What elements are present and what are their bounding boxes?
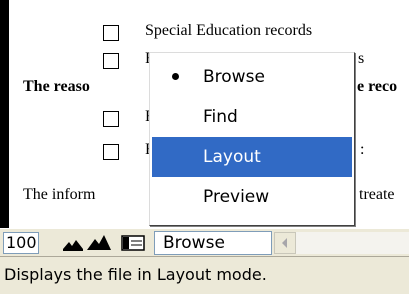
doc-heading-reason-end: e reco: [357, 78, 398, 95]
zoom-in-mountain-icon: [87, 235, 111, 250]
zoom-out-mountain-icon: [63, 240, 83, 251]
doc-paragraph-information-end: treate: [359, 186, 395, 203]
zoom-out-button[interactable]: [60, 232, 86, 254]
menu-item-layout-label: Layout: [203, 147, 261, 167]
doc-paragraph-information: The inform: [23, 186, 96, 203]
status-text: Displays the file in Layout mode.: [4, 265, 267, 284]
zoom-in-button[interactable]: [86, 232, 112, 254]
doc-line-special-education: Special Education records: [145, 22, 313, 39]
menu-item-preview[interactable]: Preview: [150, 177, 354, 217]
menu-item-browse-label: Browse: [203, 67, 265, 87]
zoom-level-field[interactable]: 100: [3, 232, 39, 254]
checkbox-row-4[interactable]: [103, 111, 119, 127]
menu-item-preview-label: Preview: [203, 187, 270, 207]
menu-item-find-label: Find: [203, 107, 238, 127]
horizontal-scroll-track[interactable]: [296, 232, 409, 254]
checked-bullet-icon: [172, 73, 179, 80]
mode-popup-menu[interactable]: Browse Find Layout Preview: [149, 52, 355, 226]
document-margin-bar: [0, 0, 9, 228]
menu-item-find[interactable]: Find: [150, 97, 354, 137]
doc-line-row-2-end: s: [358, 50, 365, 67]
checkbox-row-2[interactable]: [103, 53, 119, 69]
mode-select-value: Browse: [163, 233, 225, 253]
doc-heading-reason: The reaso: [23, 78, 90, 95]
doc-line-row-5-end: :: [360, 141, 365, 158]
menu-item-browse[interactable]: Browse: [150, 57, 354, 97]
checkbox-row-5[interactable]: [103, 144, 119, 160]
status-area-icon: [121, 235, 145, 251]
status-bar: Displays the file in Layout mode.: [0, 256, 409, 294]
menu-item-layout[interactable]: Layout: [152, 137, 352, 177]
mode-select[interactable]: Browse: [154, 231, 272, 255]
status-area-toggle-button[interactable]: [120, 232, 146, 254]
scroll-left-button[interactable]: [274, 232, 296, 254]
bottom-toolbar: 100 Browse: [0, 228, 409, 256]
scroll-left-arrow-icon: [282, 238, 287, 248]
checkbox-special-education[interactable]: [103, 25, 119, 41]
